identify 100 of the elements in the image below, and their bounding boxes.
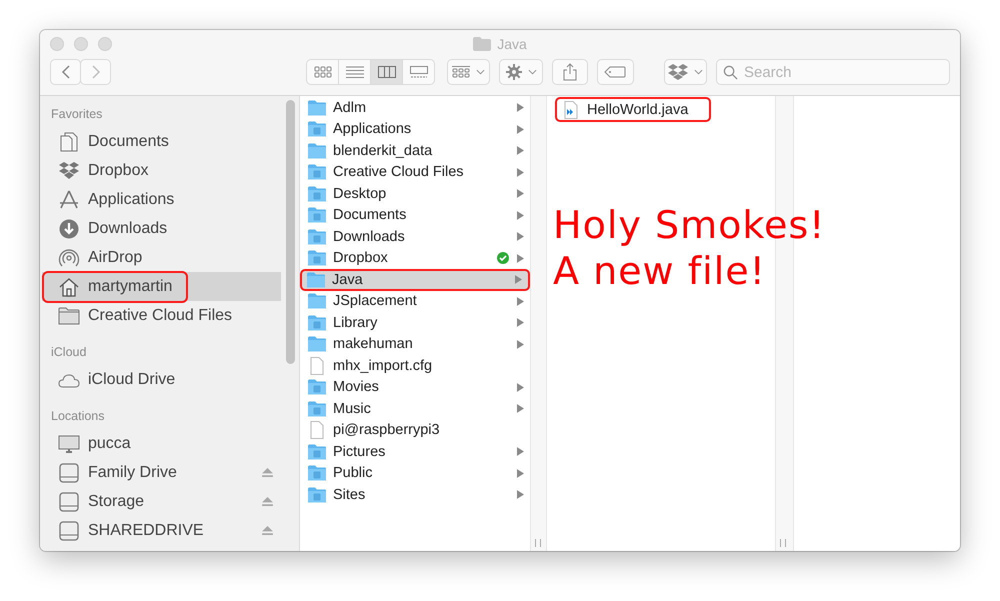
sidebar-item[interactable]: Applications (42, 185, 281, 214)
folder-icon (307, 98, 327, 117)
resize-handle[interactable] (535, 539, 541, 547)
file-name: pi@raspberrypi3 (333, 422, 441, 438)
item-label: Dropbox (88, 162, 148, 180)
file-row[interactable]: Documents (300, 204, 530, 226)
folder-icon (306, 270, 326, 289)
gallery-view-button[interactable] (402, 59, 435, 85)
dropbox-icon (58, 160, 80, 180)
sidebar-item[interactable]: Documents (42, 127, 281, 156)
sidebar-item[interactable]: Storage (42, 487, 281, 516)
disclosure-arrow-icon (517, 168, 524, 177)
sidebar-item[interactable]: martymartin (42, 272, 281, 301)
computer-icon (58, 434, 80, 454)
search-field[interactable]: Search (716, 59, 950, 85)
grid-icon (314, 66, 332, 78)
sidebar-item[interactable]: iCloud Drive (42, 365, 281, 394)
file-name: Creative Cloud Files (333, 164, 465, 180)
folder-icon (307, 335, 327, 354)
sidebar-item[interactable]: pucca (42, 429, 281, 458)
file-row[interactable]: Movies (300, 376, 530, 398)
disclosure-arrow-icon (515, 275, 522, 284)
file-row[interactable]: Dropbox (300, 248, 530, 269)
search-icon (722, 65, 738, 80)
file-row[interactable]: blenderkit_data (300, 140, 530, 162)
disclosure-arrow-icon (517, 382, 524, 392)
caret-icon (694, 69, 703, 75)
file-row[interactable]: mhx_import.cfg (300, 355, 530, 376)
file-row[interactable]: HelloWorld.java (555, 97, 711, 122)
sidebar-item[interactable]: Family Drive (42, 458, 281, 487)
file-row[interactable]: Public (300, 462, 530, 484)
share-button[interactable] (552, 59, 588, 85)
columns-view-button[interactable] (370, 59, 403, 85)
group-button[interactable] (447, 59, 490, 85)
item-label: Downloads (88, 220, 168, 238)
disclosure-arrow-icon (517, 340, 524, 349)
file-row[interactable]: Creative Cloud Files (300, 162, 530, 183)
forward-button[interactable] (80, 59, 111, 85)
file-row[interactable]: Library (300, 312, 530, 334)
item-label: Storage (88, 492, 144, 510)
sidebar-item[interactable]: SHAREDDRIVE (42, 516, 281, 545)
downloads-icon (58, 218, 80, 238)
eject-icon[interactable] (262, 526, 273, 535)
drive-icon (58, 492, 80, 512)
sidebar-item[interactable]: Downloads (42, 214, 281, 243)
folder-icon (473, 37, 492, 51)
drive-icon (58, 462, 80, 482)
list-view-button[interactable] (338, 59, 371, 85)
eject-icon[interactable] (262, 468, 273, 477)
file-row[interactable]: Pictures (300, 441, 530, 462)
folder-icon (307, 228, 327, 246)
file-name: Movies (333, 379, 380, 396)
window-title: Java (497, 36, 527, 52)
file-row[interactable]: Music (300, 398, 530, 420)
file-name: Pictures (333, 444, 386, 460)
gear-icon (506, 64, 522, 80)
folder-icon (307, 142, 327, 160)
tag-button[interactable] (597, 59, 634, 85)
folder-icon (307, 486, 327, 504)
disclosure-arrow-icon (517, 490, 524, 500)
file-row[interactable]: Java (300, 269, 530, 290)
file-row[interactable]: JSplacement (300, 290, 530, 312)
resize-handle[interactable] (780, 539, 786, 547)
synced-icon (497, 252, 509, 264)
scrollbar[interactable] (286, 100, 295, 364)
disclosure-arrow-icon (517, 254, 524, 263)
item-label: iCloud Drive (88, 370, 176, 388)
sidebar-item[interactable]: AirDrop (42, 243, 281, 272)
eject-icon[interactable] (262, 497, 273, 506)
section-heading: Favorites (50, 106, 104, 123)
file-row[interactable]: makehuman (300, 334, 530, 355)
file-name: JSplacement (333, 293, 418, 310)
forward-icon (90, 64, 100, 80)
folder-icon (58, 306, 80, 326)
sidebar-item[interactable]: Creative Cloud Files (42, 301, 281, 330)
file-row[interactable]: Adlm (300, 97, 530, 118)
file-row[interactable]: Applications (300, 118, 530, 140)
folder-icon (307, 206, 327, 224)
home-icon (58, 276, 80, 296)
disclosure-arrow-icon (517, 296, 524, 306)
file-row[interactable]: Sites (300, 484, 530, 506)
icons-view-button[interactable] (306, 59, 339, 85)
file-row[interactable]: pi@raspberrypi3 (300, 420, 530, 441)
file-name: Sites (333, 486, 366, 503)
sidebar-item[interactable]: Dropbox (42, 156, 281, 185)
action-button[interactable] (499, 59, 543, 85)
file-row[interactable]: Downloads (300, 226, 530, 248)
disclosure-arrow-icon (517, 103, 524, 112)
folder-icon (307, 442, 327, 461)
disclosure-arrow-icon (517, 146, 524, 156)
item-label: pucca (88, 434, 131, 452)
file-row[interactable]: Desktop (300, 183, 530, 204)
file-name: Applications (333, 121, 412, 138)
item-label: martymartin (88, 278, 172, 296)
file-name: mhx_import.cfg (333, 358, 434, 374)
dropbox-button[interactable] (664, 59, 707, 85)
drive-icon (58, 520, 80, 540)
disclosure-arrow-icon (517, 404, 524, 414)
back-button[interactable] (50, 59, 81, 85)
file-name: blenderkit_data (333, 142, 434, 159)
